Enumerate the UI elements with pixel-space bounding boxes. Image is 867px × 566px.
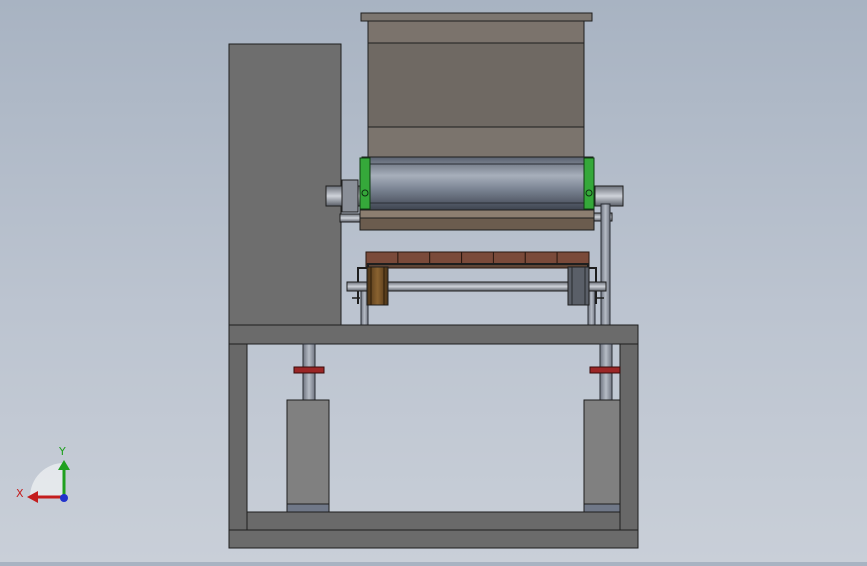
left-conveyor-wheel: [366, 266, 389, 306]
tray-brick: [524, 251, 558, 265]
side-cabinet: [228, 43, 342, 326]
left-cylinder-collar: [293, 366, 325, 374]
tray-brick: [397, 251, 431, 265]
tray-brick: [461, 251, 495, 265]
cad-viewport[interactable]: Y X: [0, 0, 867, 562]
tray-brick: [429, 251, 463, 265]
left-end-cap: [359, 157, 371, 210]
hopper: [360, 12, 593, 158]
right-cylinder-collar: [589, 366, 621, 374]
tray-brick: [556, 251, 590, 265]
right-end-cap: [583, 157, 595, 210]
x-axis-label: X: [16, 487, 24, 500]
right-conveyor-wheel: [567, 266, 590, 306]
coordinate-triad: Y X: [16, 445, 70, 503]
tray-brick: [365, 251, 399, 265]
right-lift-cylinder: [583, 343, 621, 513]
tray-brick: [492, 251, 526, 265]
machine-front-view: Y X: [16, 12, 639, 549]
conveyor-tray: [346, 251, 607, 306]
right-upper-post: [600, 203, 611, 327]
roller-assembly: [325, 156, 624, 231]
left-lift-cylinder: [286, 343, 330, 513]
y-axis-label: Y: [58, 445, 66, 458]
z-axis-dot: [60, 494, 68, 502]
